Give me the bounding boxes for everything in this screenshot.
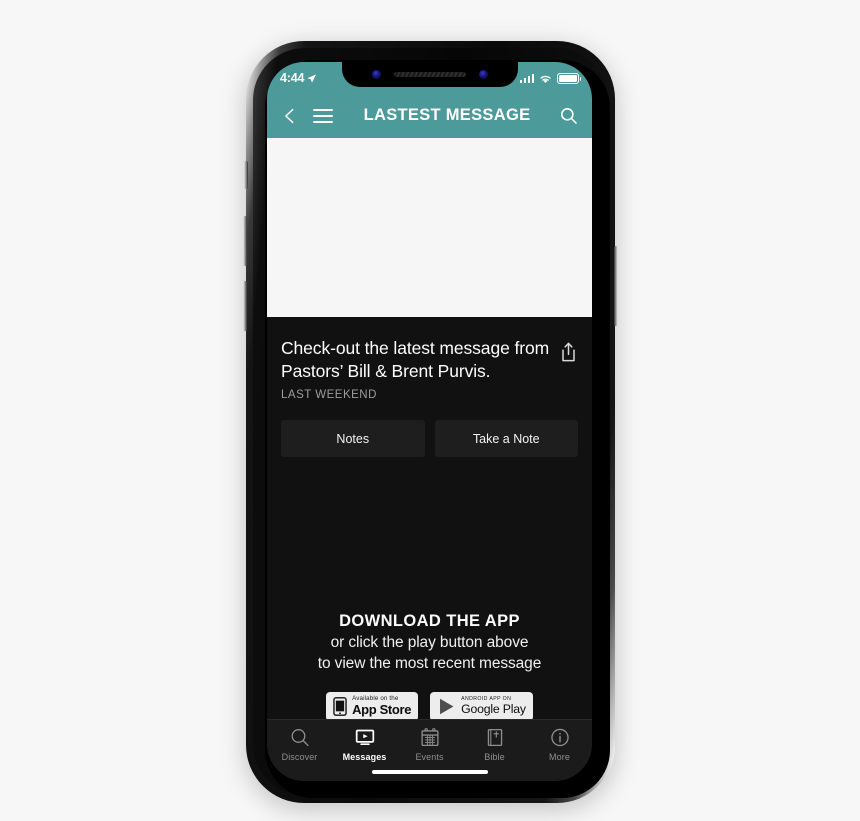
volume-down-button[interactable] xyxy=(243,281,247,331)
cellular-signal-icon xyxy=(519,73,534,83)
message-subtitle: LAST WEEKEND xyxy=(281,389,377,402)
hamburger-menu-icon[interactable] xyxy=(313,108,333,123)
tab-bible-label: Bible xyxy=(484,752,505,762)
notes-button[interactable]: Notes xyxy=(281,420,425,458)
power-button[interactable] xyxy=(614,246,618,326)
google-play-badge-text: ANDROID APP ON Google Play xyxy=(461,696,526,717)
app-header: LASTEST MESSAGE xyxy=(267,93,592,138)
app-store-badge[interactable]: Available on the App Store xyxy=(326,691,419,721)
tab-more-label: More xyxy=(549,752,570,762)
screenshot-canvas: 4:44 LASTEST MESSAGE Check-out the lates… xyxy=(0,0,860,821)
status-time-group: 4:44 xyxy=(280,71,317,85)
content-body: Check-out the latest message from Pastor… xyxy=(267,317,592,781)
note-buttons-row: Notes Take a Note xyxy=(267,401,592,458)
tab-discover[interactable]: Discover xyxy=(267,727,332,762)
headline-row: Check-out the latest message from Pastor… xyxy=(267,317,592,383)
tab-messages[interactable]: Messages xyxy=(332,727,397,762)
bible-book-icon xyxy=(487,728,502,747)
download-title: DOWNLOAD THE APP xyxy=(339,612,520,630)
front-camera-icon xyxy=(478,70,488,79)
google-play-badge-big: Google Play xyxy=(461,702,526,717)
status-time-label: 4:44 xyxy=(280,71,305,85)
tab-messages-label: Messages xyxy=(342,752,387,762)
silent-switch-button[interactable] xyxy=(244,161,248,189)
download-line-3: to view the most recent message xyxy=(317,654,542,672)
apple-iphone-icon xyxy=(333,697,347,716)
app-store-badge-big: App Store xyxy=(352,702,412,718)
tab-more[interactable]: More xyxy=(527,727,592,762)
device-notch xyxy=(341,62,518,87)
search-icon[interactable] xyxy=(559,106,578,125)
search-icon xyxy=(291,729,309,747)
phone-screen: 4:44 LASTEST MESSAGE Check-out the lates… xyxy=(267,62,592,781)
tab-events[interactable]: Events xyxy=(397,727,462,762)
download-subtitle: or click the play button above to view t… xyxy=(267,633,592,675)
calendar-icon xyxy=(420,728,439,747)
page-title: LASTEST MESSAGE xyxy=(363,106,531,124)
store-badges-row: Available on the App Store ANDROID APP O… xyxy=(267,691,592,721)
status-indicators xyxy=(519,72,582,84)
video-player-area[interactable] xyxy=(267,138,592,317)
tab-bible[interactable]: Bible xyxy=(462,727,527,762)
google-play-badge[interactable]: ANDROID APP ON Google Play xyxy=(430,691,533,721)
take-a-note-button[interactable]: Take a Note xyxy=(434,420,578,458)
earpiece-speaker-icon xyxy=(393,72,466,77)
home-indicator[interactable] xyxy=(371,770,488,774)
tab-discover-label: Discover xyxy=(281,752,318,762)
volume-up-button[interactable] xyxy=(243,216,247,266)
wifi-icon xyxy=(540,75,551,83)
app-store-badge-text: Available on the App Store xyxy=(352,696,412,718)
battery-full-icon xyxy=(557,72,582,84)
google-play-triangle-icon xyxy=(440,698,454,715)
share-icon[interactable] xyxy=(559,341,578,363)
monitor-play-icon xyxy=(355,729,374,745)
front-sensor-icon xyxy=(371,70,381,79)
message-headline: Check-out the latest message from Pastor… xyxy=(281,338,550,382)
download-line-2: or click the play button above xyxy=(330,634,529,651)
chevron-left-icon[interactable] xyxy=(281,107,299,125)
tab-events-label: Events xyxy=(415,752,444,762)
download-app-section: DOWNLOAD THE APP or click the play butto… xyxy=(267,612,592,721)
location-arrow-icon xyxy=(307,73,317,83)
info-circle-icon xyxy=(550,728,569,747)
